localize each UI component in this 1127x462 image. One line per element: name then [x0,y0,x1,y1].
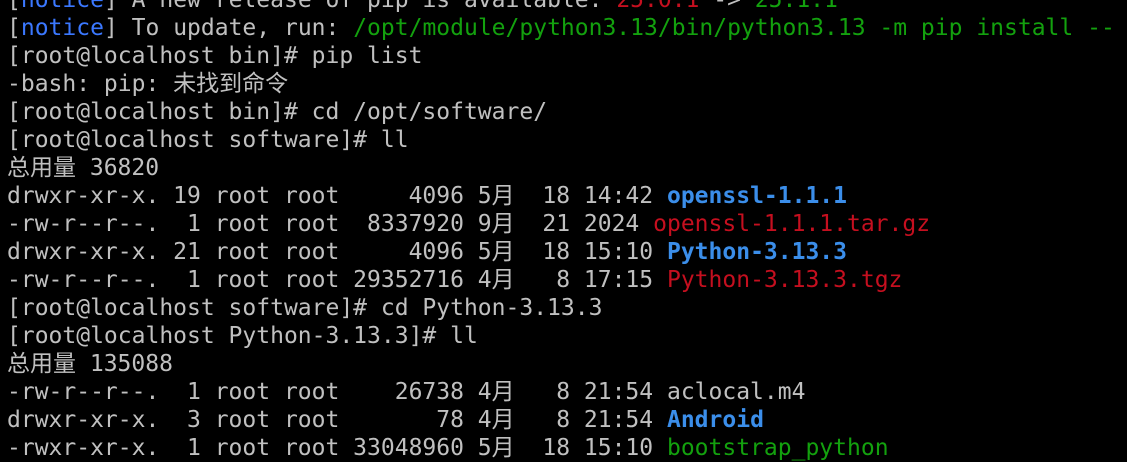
terminal-line: [root@localhost software]# ll [7,126,1127,154]
terminal-line: [root@localhost bin]# pip list [7,42,1127,70]
terminal-text-segment: Android [666,407,764,433]
terminal-line: 总用量 36820 [7,154,1127,182]
terminal-text-segment: [root@localhost software]# cd Python-3.1… [7,295,603,321]
terminal-line: [notice] To update, run: /opt/module/pyt… [7,14,1127,42]
terminal-text-segment: -rw-r--r--. 1 root root 26738 4月 8 21:54… [7,379,806,405]
terminal-text-segment: -rw-r--r--. 1 root root 8337920 9月 21 20… [7,211,654,237]
terminal-line: 总用量 135088 [7,350,1127,378]
terminal-text-segment: drwxr-xr-x. 19 root root 4096 5月 18 14:4… [7,183,667,209]
terminal-text-segment: openssl-1.1.1 [666,183,847,209]
terminal-line: drwxr-xr-x. 21 root root 4096 5月 18 15:1… [7,238,1127,266]
terminal-text-segment: -bash: pip: 未找到命令 [7,71,289,97]
terminal-text-segment: 25.1.1 [754,0,838,13]
terminal-line: drwxr-xr-x. 19 root root 4096 5月 18 14:4… [7,182,1127,210]
terminal-line: drwxr-xr-x. 3 root root 78 4月 8 21:54 An… [7,406,1127,434]
terminal-line: -rw-r--r--. 1 root root 29352716 4月 8 17… [7,266,1127,294]
terminal-line: [root@localhost Python-3.13.3]# ll [7,322,1127,350]
terminal-line: [root@localhost software]# cd Python-3.1… [7,294,1127,322]
terminal-line: -bash: pip: 未找到命令 [7,70,1127,98]
terminal-text-segment: ] A new release of pip is available: [103,0,617,13]
terminal-text-segment: Python-3.13.3.tgz [666,267,903,293]
terminal-line: [root@localhost bin]# cd /opt/software/ [7,98,1127,126]
terminal-text-segment: [ [7,0,21,13]
terminal-text-segment: 总用量 135088 [7,351,173,377]
terminal-text-segment: 25.0.1 [616,0,700,13]
terminal-line: [notice] A new release of pip is availab… [7,0,1127,14]
terminal-text-segment: [root@localhost Python-3.13.3]# ll [7,323,478,349]
terminal-text-segment: Python-3.13.3 [666,239,847,265]
terminal-text-segment: bootstrap_python [666,435,889,461]
terminal-text-segment: drwxr-xr-x. 21 root root 4096 5月 18 15:1… [7,239,667,265]
terminal-line: -rw-r--r--. 1 root root 26738 4月 8 21:54… [7,378,1127,406]
terminal-output[interactable]: [notice] A new release of pip is availab… [7,0,1127,462]
terminal-text-segment: [root@localhost software]# ll [7,127,409,153]
terminal-text-segment: notice [20,0,104,13]
terminal-text-segment: [root@localhost bin]# cd /opt/software/ [7,99,548,125]
terminal-text-segment: -rwxr-xr-x. 1 root root 33048960 5月 18 1… [7,435,667,461]
terminal-text-segment: 总用量 36820 [7,155,160,181]
terminal-text-segment: -rw-r--r--. 1 root root 29352716 4月 8 17… [7,267,667,293]
terminal-text-segment: [root@localhost bin]# pip list [7,43,423,69]
terminal-text-segment: -> [699,0,755,13]
terminal-text-segment: notice [20,15,104,41]
terminal-text-segment: ] To update, run: [103,15,354,41]
terminal-text-segment: [ [7,15,21,41]
terminal-text-segment: /opt/module/python3.13/bin/python3.13 -m… [353,15,1115,41]
terminal-line: -rwxr-xr-x. 1 root root 33048960 5月 18 1… [7,434,1127,462]
terminal-text-segment: openssl-1.1.1.tar.gz [653,211,931,237]
terminal-text-segment: drwxr-xr-x. 3 root root 78 4月 8 21:54 [7,407,667,433]
terminal-line: -rw-r--r--. 1 root root 8337920 9月 21 20… [7,210,1127,238]
